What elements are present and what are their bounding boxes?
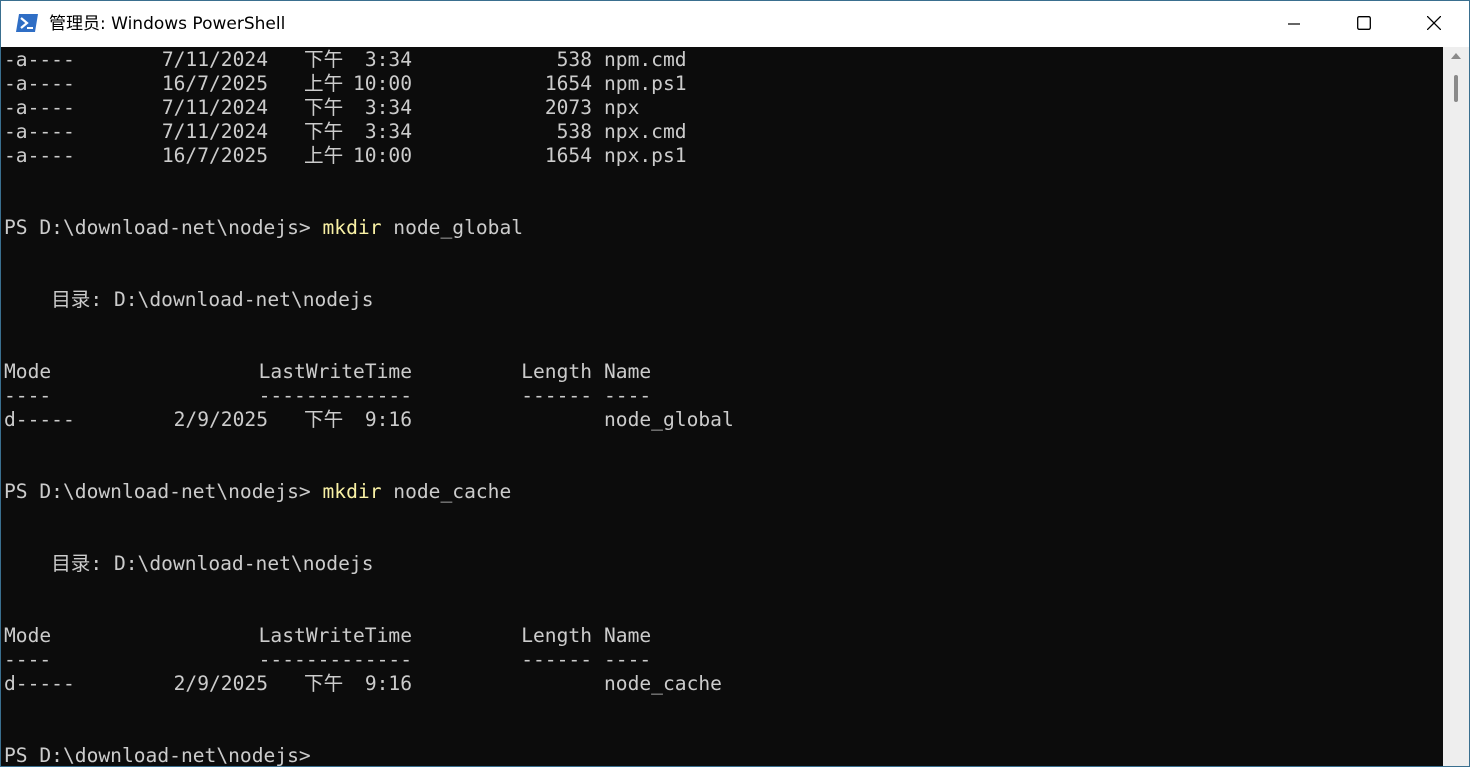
entry-date: 2/9/2025 xyxy=(173,408,268,431)
listing-header: Mode LastWriteTime Length Name xyxy=(4,360,1204,384)
minimize-icon xyxy=(1288,15,1300,34)
entry-time: 9:16 xyxy=(364,408,412,431)
entry-mode: d----- xyxy=(4,408,75,431)
title-bar[interactable]: 管理员: Windows PowerShell xyxy=(1,1,1469,47)
directory-label: 目录: xyxy=(51,552,103,575)
command-argument: node_cache xyxy=(393,480,512,503)
directory-path: D:\download-net\nodejs xyxy=(113,288,374,311)
entry-name: node_cache xyxy=(604,672,722,695)
maximize-icon xyxy=(1357,15,1371,34)
listing-header: Mode LastWriteTime Length Name xyxy=(4,624,1204,648)
header-length: ------ xyxy=(521,648,592,671)
header-mode: Mode xyxy=(4,624,52,647)
powershell-window: 管理员: Windows PowerShell -a---- 7/11/2024 下… xyxy=(0,0,1470,767)
header-name: ---- xyxy=(604,648,652,671)
command-keyword: mkdir xyxy=(322,480,382,503)
entry-name: npx.ps1 xyxy=(604,144,687,167)
entry-date: 16/7/2025 xyxy=(161,144,268,167)
entry-mode: -a---- xyxy=(4,72,75,95)
entry-time: 3:34 xyxy=(364,120,412,143)
listing-row: d----- 2/9/2025 下午 9:16 node_cache xyxy=(4,672,1204,696)
entry-time: 10:00 xyxy=(353,144,412,167)
header-last-write-time: LastWriteTime xyxy=(258,360,412,383)
listing-row: -a---- 7/11/2024 下午 3:34 2073 npx xyxy=(4,96,1204,120)
current-prompt-line[interactable]: PS D:\download-net\nodejs> xyxy=(4,744,311,767)
listing-header-rule: ---- ------------- ------ ---- xyxy=(4,384,1204,408)
entry-date: 7/11/2024 xyxy=(161,120,268,143)
console-output[interactable]: -a---- 7/11/2024 下午 3:34 538 npm.cmd -a---- 16… xyxy=(1,47,1443,767)
close-icon xyxy=(1426,15,1442,34)
listing-row: -a---- 16/7/2025 上午 10:00 1654 npm.ps1 xyxy=(4,72,1204,96)
entry-name: npx.cmd xyxy=(604,120,687,143)
header-last-write-time: ------------- xyxy=(258,384,412,407)
entry-name: npx xyxy=(604,96,640,119)
entry-mode: -a---- xyxy=(4,96,75,119)
header-name: Name xyxy=(604,360,652,383)
minimize-button[interactable] xyxy=(1259,1,1329,47)
command-keyword: mkdir xyxy=(322,216,382,239)
directory-path: D:\download-net\nodejs xyxy=(113,552,374,575)
scrollbar-thumb[interactable] xyxy=(1454,75,1458,102)
entry-mode: -a---- xyxy=(4,144,75,167)
header-length: Length xyxy=(521,624,592,647)
entry-time: 9:16 xyxy=(364,672,412,695)
listing-header-rule: ---- ------------- ------ ---- xyxy=(4,648,1204,672)
entry-ampm: 下午 xyxy=(304,672,344,695)
entry-name: node_global xyxy=(604,408,734,431)
entry-mode: d----- xyxy=(4,672,75,695)
prompt: PS D:\download-net\nodejs> xyxy=(4,216,311,239)
maximize-button[interactable] xyxy=(1329,1,1399,47)
entry-name: npm.ps1 xyxy=(604,72,687,95)
header-length: ------ xyxy=(521,384,592,407)
header-mode: ---- xyxy=(4,648,52,671)
entry-mode: -a---- xyxy=(4,48,75,71)
entry-name: npm.cmd xyxy=(604,48,687,71)
entry-ampm: 下午 xyxy=(304,48,344,71)
entry-ampm: 上午 xyxy=(304,72,344,95)
command-line: PS D:\download-net\nodejs> mkdir node_gl… xyxy=(4,216,523,240)
entry-time: 10:00 xyxy=(353,72,412,95)
entry-time: 3:34 xyxy=(364,96,412,119)
powershell-icon xyxy=(15,13,39,33)
entry-date: 7/11/2024 xyxy=(161,96,268,119)
listing-row: -a---- 7/11/2024 下午 3:34 538 npx.cmd xyxy=(4,120,1204,144)
listing-row: -a---- 7/11/2024 下午 3:34 538 npm.cmd xyxy=(4,48,1204,72)
header-mode: Mode xyxy=(4,360,52,383)
window-title: 管理员: Windows PowerShell xyxy=(49,14,286,34)
header-mode: ---- xyxy=(4,384,52,407)
header-name: Name xyxy=(604,624,652,647)
entry-mode: -a---- xyxy=(4,120,75,143)
prompt: PS D:\download-net\nodejs> xyxy=(4,480,311,503)
command-line: PS D:\download-net\nodejs> mkdir node_ca… xyxy=(4,480,511,504)
entry-ampm: 下午 xyxy=(304,120,344,143)
entry-length: 1654 xyxy=(544,144,592,167)
entry-length: 538 xyxy=(556,48,592,71)
entry-ampm: 下午 xyxy=(304,408,344,431)
entry-length: 1654 xyxy=(544,72,592,95)
entry-ampm: 上午 xyxy=(304,144,344,167)
directory-line: 目录: D:\download-net\nodejs xyxy=(4,552,374,576)
listing-row: d----- 2/9/2025 下午 9:16 node_global xyxy=(4,408,1204,432)
close-button[interactable] xyxy=(1399,1,1469,47)
entry-date: 7/11/2024 xyxy=(161,48,268,71)
entry-ampm: 下午 xyxy=(304,96,344,119)
entry-length: 538 xyxy=(556,120,592,143)
entry-length: 2073 xyxy=(544,96,592,119)
header-last-write-time: ------------- xyxy=(258,648,412,671)
header-length: Length xyxy=(521,360,592,383)
entry-time: 3:34 xyxy=(364,48,412,71)
directory-label: 目录: xyxy=(51,288,103,311)
entry-date: 2/9/2025 xyxy=(173,672,268,695)
scroll-up-arrow-icon[interactable] xyxy=(1451,53,1461,59)
listing-row: -a---- 16/7/2025 上午 10:00 1654 npx.ps1 xyxy=(4,144,1204,168)
command-argument: node_global xyxy=(393,216,524,239)
vertical-scrollbar[interactable] xyxy=(1443,47,1469,766)
entry-date: 16/7/2025 xyxy=(161,72,268,95)
header-name: ---- xyxy=(604,384,652,407)
prompt: PS D:\download-net\nodejs> xyxy=(4,744,311,767)
header-last-write-time: LastWriteTime xyxy=(258,624,412,647)
directory-line: 目录: D:\download-net\nodejs xyxy=(4,288,374,312)
